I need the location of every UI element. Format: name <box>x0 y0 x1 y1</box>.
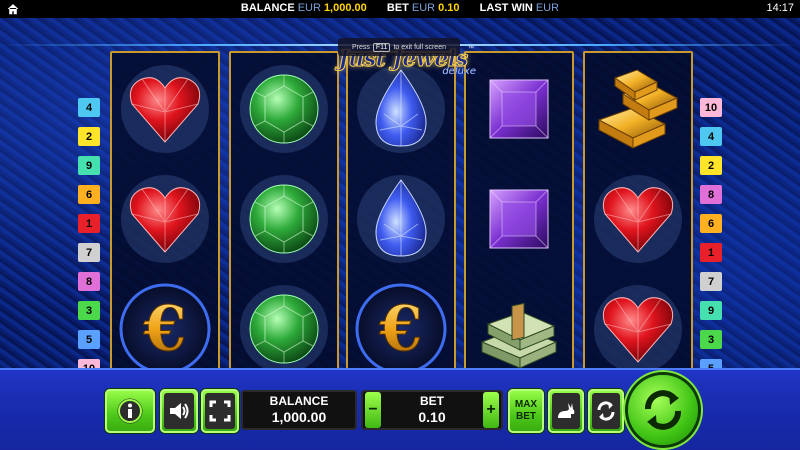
purple-amethyst-icon <box>489 189 549 249</box>
top-balance-currency: EUR <box>297 2 321 14</box>
payline-5[interactable]: 5 <box>78 330 100 349</box>
balance-label: BALANCE <box>269 394 329 408</box>
speaker-icon <box>170 403 189 419</box>
top-bet-value: 0.10 <box>438 2 460 14</box>
fullscreen-icon <box>209 400 231 422</box>
money-stack-icon <box>480 302 558 369</box>
symbol-green-emerald <box>234 279 334 379</box>
payline-3[interactable]: 3 <box>700 330 722 349</box>
symbol-red-heart <box>588 169 688 269</box>
hint-key: F11 <box>372 42 391 52</box>
fullscreen-hint: Press F11 to exit full screen <box>338 38 460 56</box>
autoplay-button[interactable] <box>588 389 624 433</box>
hint-press: Press <box>352 43 370 51</box>
symbol-euro-coin: € <box>115 279 215 379</box>
clock: 14:17 <box>766 2 794 14</box>
payline-7[interactable]: 7 <box>700 272 722 291</box>
top-balance-label: BALANCE <box>240 2 295 14</box>
sound-button[interactable] <box>160 389 198 433</box>
max-bet-label: MAX BET <box>515 399 537 423</box>
max-bet-line2: BET <box>515 411 536 422</box>
payline-10[interactable]: 10 <box>700 98 722 117</box>
logo-subtitle: deluxe <box>442 66 476 77</box>
top-stats: BALANCE EUR 1,000.00 BET EUR 0.10 LAST WIN EU… <box>0 2 800 14</box>
info-button[interactable] <box>105 389 155 433</box>
info-icon <box>117 398 143 424</box>
symbol-red-heart <box>588 279 688 379</box>
symbol-blue-sapphire <box>351 169 451 269</box>
top-last-win-currency: EUR <box>535 2 560 14</box>
payline-4[interactable]: 4 <box>700 127 722 146</box>
green-emerald-icon <box>240 65 328 153</box>
payline-2[interactable]: 2 <box>700 156 722 175</box>
bet-label: BET <box>420 394 444 408</box>
symbol-green-emerald <box>234 169 334 269</box>
red-heart-icon <box>121 175 209 263</box>
euro-coin-icon: € <box>119 283 211 375</box>
symbol-red-heart <box>115 59 215 159</box>
red-heart-icon <box>594 285 682 373</box>
bet-increase-button[interactable]: + <box>483 392 499 428</box>
symbol-purple-amethyst <box>469 169 569 269</box>
game-field: Press F11 to exit full screen Just Jewel… <box>0 18 800 381</box>
rabbit-icon <box>558 403 575 418</box>
red-heart-icon <box>594 175 682 263</box>
top-bet-label: BET <box>386 2 409 14</box>
max-bet-line1: MAX <box>514 399 538 410</box>
bet-decrease-button[interactable]: − <box>365 392 381 428</box>
spin-button[interactable] <box>628 375 698 445</box>
payline-8[interactable]: 8 <box>78 272 100 291</box>
turbo-button[interactable] <box>548 389 584 433</box>
top-status-bar: BALANCE EUR 1,000.00 BET EUR 0.10 LAST WIN EU… <box>0 0 800 18</box>
max-bet-button[interactable]: MAX BET <box>508 389 544 433</box>
top-bet-currency: EUR <box>411 2 436 14</box>
autoplay-icon <box>597 401 615 421</box>
symbol-euro-coin: € <box>351 279 451 379</box>
top-balance-value: 1,000.00 <box>323 2 367 14</box>
symbol-money-stack <box>469 279 569 379</box>
reel-4 <box>464 51 574 381</box>
svg-text:€: € <box>378 292 422 365</box>
symbol-gold-bars <box>588 59 688 159</box>
svg-text:€: € <box>142 292 186 365</box>
payline-8[interactable]: 8 <box>700 185 722 204</box>
fullscreen-button[interactable] <box>201 389 239 433</box>
euro-coin-icon: € <box>355 283 447 375</box>
bet-value: 0.10 <box>418 409 446 425</box>
payline-6[interactable]: 6 <box>700 214 722 233</box>
reel-1: € <box>110 51 220 381</box>
reel-3: € <box>346 51 456 381</box>
green-emerald-icon <box>240 175 328 263</box>
payline-3[interactable]: 3 <box>78 301 100 320</box>
bet-display: BET 0.10 <box>361 390 503 430</box>
red-heart-icon <box>121 65 209 153</box>
payline-4[interactable]: 4 <box>78 98 100 117</box>
symbol-purple-amethyst <box>469 59 569 159</box>
reel-2 <box>229 51 339 381</box>
payline-1[interactable]: 1 <box>700 243 722 262</box>
payline-7[interactable]: 7 <box>78 243 100 262</box>
payline-6[interactable]: 6 <box>78 185 100 204</box>
symbol-green-emerald <box>234 59 334 159</box>
purple-amethyst-icon <box>489 79 549 139</box>
payline-2[interactable]: 2 <box>78 127 100 146</box>
balance-value: 1,000.00 <box>271 409 327 425</box>
blue-sapphire-icon <box>357 175 445 263</box>
green-emerald-icon <box>240 285 328 373</box>
payline-1[interactable]: 1 <box>78 214 100 233</box>
logo-trademark: ™ <box>468 46 474 52</box>
payline-9[interactable]: 9 <box>78 156 100 175</box>
payline-9[interactable]: 9 <box>700 301 722 320</box>
spin-arrows-icon <box>645 390 681 430</box>
reel-5 <box>583 51 693 381</box>
top-last-win-label: LAST WIN <box>479 2 533 14</box>
balance-display: BALANCE 1,000.00 <box>241 390 357 430</box>
symbol-red-heart <box>115 169 215 269</box>
hint-text: to exit full screen <box>393 43 446 51</box>
gold-bars-icon <box>597 69 679 149</box>
